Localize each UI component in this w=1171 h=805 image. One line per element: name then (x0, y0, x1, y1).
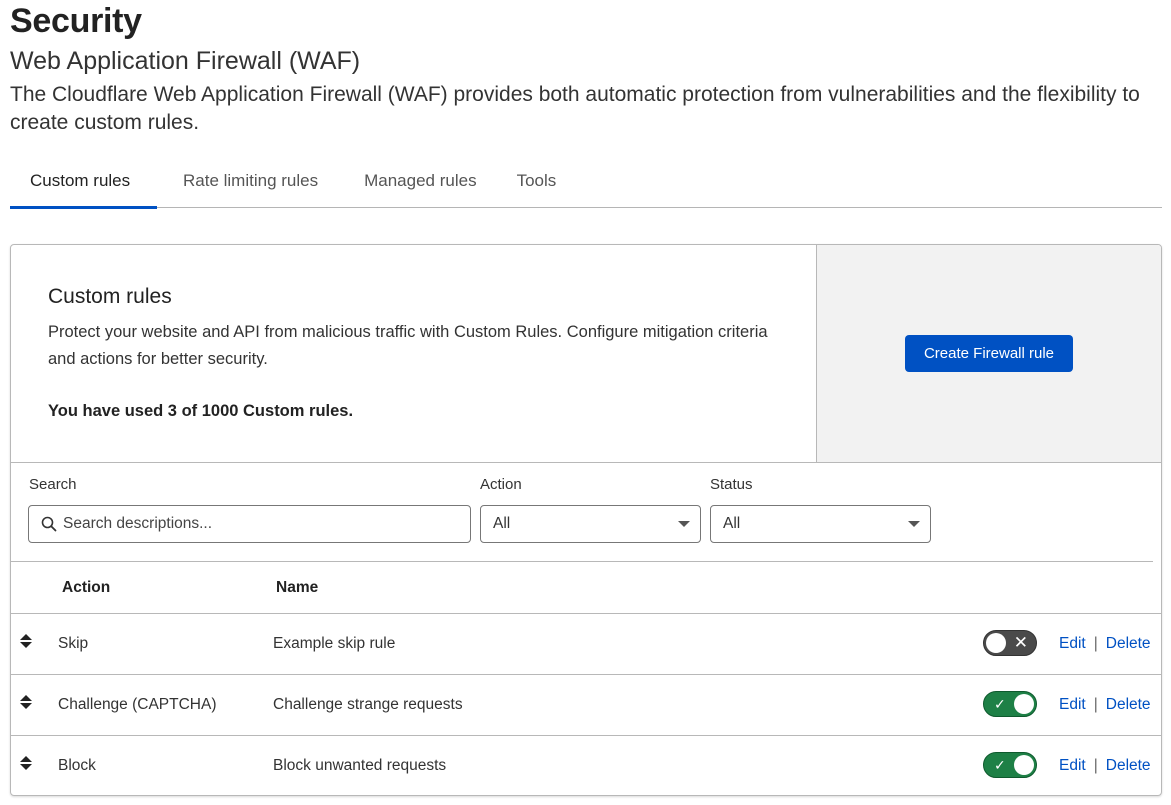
table-row: Challenge (CAPTCHA) Challenge strange re… (11, 675, 1161, 736)
tab-rate-limiting-rules[interactable]: Rate limiting rules (157, 160, 338, 208)
rule-name: Example skip rule (273, 635, 396, 652)
rule-enabled-toggle[interactable]: ✕ (983, 630, 1037, 656)
drag-handle-icon[interactable] (19, 755, 33, 771)
status-filter-select[interactable]: All (710, 505, 931, 543)
table-header: Action Name (11, 562, 1161, 614)
tab-custom-rules[interactable]: Custom rules (10, 160, 157, 209)
rule-name: Challenge strange requests (273, 696, 463, 713)
rule-action: Skip (58, 635, 89, 652)
check-icon: ✓ (994, 757, 1006, 773)
row-actions: Edit | Delete (1059, 635, 1151, 653)
rule-action: Block (58, 757, 96, 774)
tab-tools[interactable]: Tools (497, 160, 577, 208)
delete-link[interactable]: Delete (1106, 696, 1151, 714)
search-icon (41, 516, 57, 532)
section-title: Custom rules (48, 285, 172, 308)
status-filter-label: Status (710, 476, 753, 493)
tab-bar: Custom rules Rate limiting rules Managed… (10, 160, 1162, 209)
page-description: The Cloudflare Web Application Firewall … (10, 83, 1140, 134)
separator: | (1093, 635, 1098, 652)
close-icon: ✕ (1013, 633, 1028, 652)
table-row: Skip Example skip rule ✕ Edit | Delete (11, 614, 1161, 675)
check-icon: ✓ (994, 696, 1006, 712)
separator: | (1093, 757, 1098, 774)
caret-down-icon (908, 521, 920, 527)
table-row: Block Block unwanted requests ✓ Edit | D… (11, 736, 1161, 795)
toggle-knob (1014, 755, 1034, 775)
search-input[interactable] (63, 515, 443, 533)
rule-name: Block unwanted requests (273, 757, 447, 774)
column-header-name: Name (276, 579, 319, 596)
column-header-action: Action (62, 579, 111, 596)
section-description: Protect your website and API from malici… (48, 323, 768, 368)
search-field[interactable] (28, 505, 471, 543)
tab-managed-rules[interactable]: Managed rules (338, 160, 496, 208)
toggle-knob (1014, 694, 1034, 714)
action-filter-select[interactable]: All (480, 505, 701, 543)
edit-link[interactable]: Edit (1059, 635, 1086, 653)
rule-action: Challenge (CAPTCHA) (58, 696, 217, 713)
delete-link[interactable]: Delete (1106, 757, 1151, 775)
row-actions: Edit | Delete (1059, 757, 1151, 775)
search-label: Search (29, 476, 77, 493)
action-filter-value: All (493, 515, 511, 532)
rule-enabled-toggle[interactable]: ✓ (983, 752, 1037, 778)
page-subtitle: Web Application Firewall (WAF) (10, 47, 361, 75)
toggle-knob (986, 633, 1006, 653)
row-actions: Edit | Delete (1059, 696, 1151, 714)
edit-link[interactable]: Edit (1059, 757, 1086, 775)
page-title: Security (10, 2, 142, 40)
intro-section: Custom rules Protect your website and AP… (11, 245, 817, 463)
create-firewall-rule-button[interactable]: Create Firewall rule (905, 335, 1073, 372)
rule-enabled-toggle[interactable]: ✓ (983, 691, 1037, 717)
delete-link[interactable]: Delete (1106, 635, 1151, 653)
drag-handle-icon[interactable] (19, 694, 33, 710)
drag-handle-icon[interactable] (19, 633, 33, 649)
status-filter-value: All (723, 515, 741, 532)
caret-down-icon (678, 521, 690, 527)
custom-rules-card: Custom rules Protect your website and AP… (10, 244, 1162, 796)
edit-link[interactable]: Edit (1059, 696, 1086, 714)
separator: | (1093, 696, 1098, 713)
usage-count: You have used 3 of 1000 Custom rules. (48, 402, 354, 420)
action-filter-label: Action (480, 476, 522, 493)
cta-panel: Create Firewall rule (817, 245, 1161, 463)
